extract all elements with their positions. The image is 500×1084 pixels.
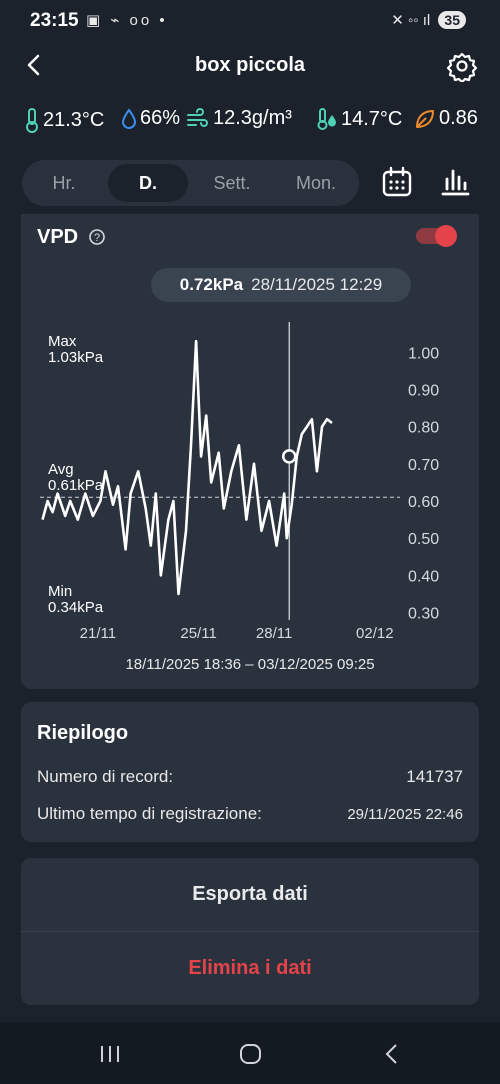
help-icon[interactable]: ?: [88, 228, 106, 246]
temperature-metric: 21.3°C: [24, 107, 104, 133]
tab-month[interactable]: Mon.: [278, 164, 354, 202]
humidity-metric: 66%: [121, 107, 180, 130]
mute-icon: ✕: [391, 12, 404, 29]
page-title: box piccola: [194, 54, 306, 76]
avg-value: 0.61kPa: [48, 477, 104, 494]
records-label: Numero di record:: [37, 767, 174, 786]
system-nav-bar: [0, 1022, 500, 1084]
y-tick-label: 0.50: [408, 531, 439, 548]
max-value: 1.03kPa: [48, 349, 104, 366]
export-data-button[interactable]: Esporta dati: [21, 858, 479, 931]
vpd-toggle[interactable]: [415, 224, 459, 248]
vpd-series-line: [41, 339, 333, 596]
svg-text:?: ?: [94, 232, 100, 244]
wind-drop-icon: [187, 107, 208, 127]
chart-date-range: 18/11/2025 18:36 – 03/12/2025 09:25: [125, 656, 375, 673]
y-tick-label: 0.70: [408, 457, 439, 474]
chart-view-button[interactable]: [438, 165, 472, 199]
y-tick-label: 0.80: [408, 420, 439, 437]
bar-chart-icon: [441, 169, 470, 196]
leaf-icon: [416, 109, 434, 128]
records-value: 141737: [406, 767, 463, 786]
humidity-value: 66%: [140, 107, 181, 129]
metrics-row: 21.3°C 66% 12.3g/m³ 14.7°C 0.86: [0, 107, 500, 139]
thermometer-icon: [26, 108, 38, 133]
avg-label: Avg: [48, 461, 74, 478]
y-tick-label: 0.30: [408, 606, 439, 623]
min-value: 0.34kPa: [48, 599, 104, 616]
tooltip-value: 0.72kPa: [179, 275, 244, 294]
summary-title: Riepilogo: [37, 722, 129, 744]
vpd-metric: 0.86: [414, 107, 478, 130]
tooltip-time: 28/11/2025 12:29: [251, 275, 383, 294]
cursor-marker: [281, 449, 297, 464]
x-tick-label: 21/11: [80, 625, 116, 642]
home-icon[interactable]: [238, 1042, 264, 1066]
calendar-button[interactable]: [380, 165, 414, 199]
abs-humidity-metric: 12.3g/m³: [186, 107, 292, 130]
dew-point-value: 14.7°C: [341, 107, 403, 130]
chart-tooltip: 0.72kPa 28/11/2025 12:29: [151, 268, 411, 302]
nav-back-icon[interactable]: [380, 1042, 404, 1066]
min-label: Min: [48, 583, 72, 600]
gear-icon: [446, 52, 478, 84]
last-record-label: Ultimo tempo di registrazione:: [37, 804, 262, 823]
x-tick-label: 28/11: [256, 625, 292, 642]
vpd-value: 0.86: [439, 107, 478, 129]
tab-day[interactable]: D.: [108, 164, 188, 202]
period-tabs: Hr. D. Sett. Mon.: [22, 160, 359, 206]
dew-point-metric: 14.7°C: [316, 107, 402, 131]
status-time: 23:15: [30, 10, 79, 31]
droplet-icon: [121, 107, 137, 129]
y-tick-label: 1.00: [408, 345, 439, 362]
abs-humidity-value: 12.3g/m³: [213, 107, 292, 129]
tab-hour[interactable]: Hr.: [28, 164, 100, 202]
calendar-icon: [382, 166, 412, 197]
recent-apps-icon[interactable]: [98, 1044, 124, 1064]
tab-week[interactable]: Sett.: [194, 164, 270, 202]
battery-badge: 35: [438, 11, 466, 29]
y-tick-label: 0.90: [408, 382, 439, 399]
settings-button[interactable]: [446, 50, 478, 84]
temperature-value: 21.3°C: [43, 108, 105, 131]
dew-point-icon: [317, 108, 336, 130]
system-status-icons: ✕ ◦◦ ıl 35: [391, 11, 466, 29]
y-tick-label: 0.60: [408, 494, 439, 511]
delete-data-button[interactable]: Elimina i dati: [21, 932, 479, 1005]
max-label: Max: [48, 333, 77, 350]
status-bar: 23:15 ▣ ⌁ oo • ✕ ◦◦ ıl 35: [0, 0, 500, 44]
notification-icons: ▣ ⌁ oo •: [86, 12, 168, 29]
vpd-chart[interactable]: Max 1.03kPa Avg 0.61kPa Min 0.34kPa 1.00…: [0, 310, 500, 690]
x-tick-label: 25/11: [180, 625, 216, 642]
x-tick-label: 02/12: [356, 625, 394, 642]
last-record-value: 29/11/2025 22:46: [347, 806, 463, 823]
chart-title: VPD: [37, 226, 79, 248]
signal-icon: ◦◦ ıl: [407, 12, 431, 29]
y-tick-label: 0.40: [408, 568, 439, 585]
